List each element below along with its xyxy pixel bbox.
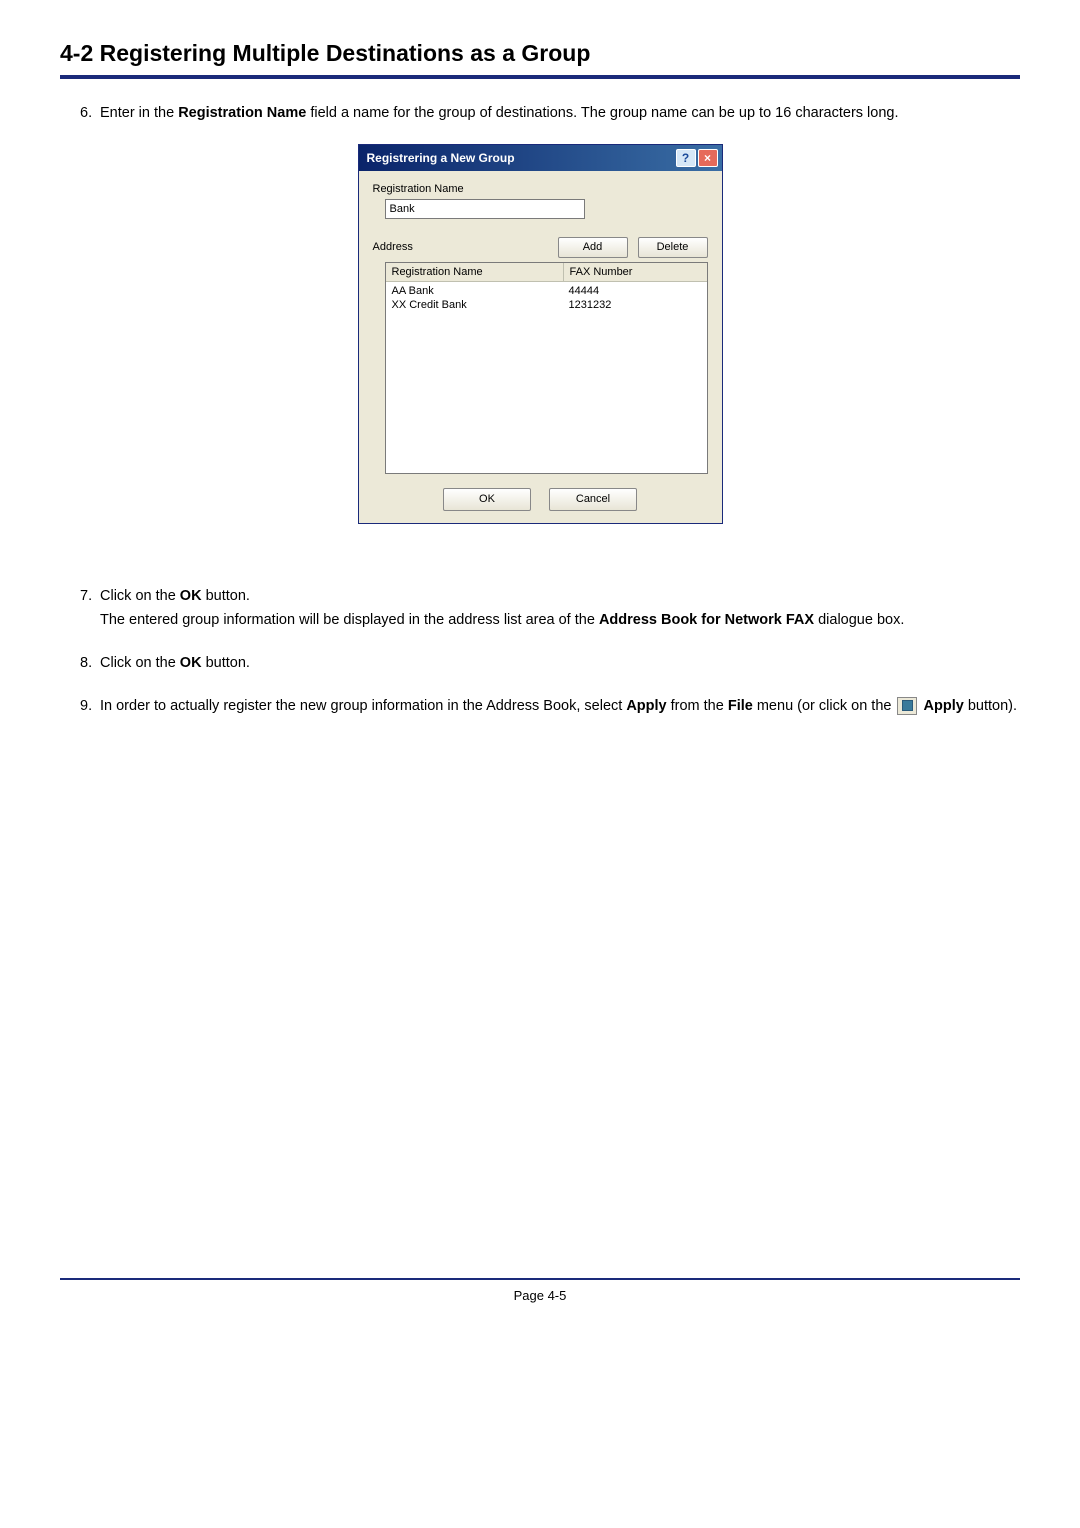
dialog-title: Registrering a New Group (367, 151, 515, 165)
step-9-t1: In order to actually register the new gr… (100, 698, 626, 714)
list-header: Registration Name FAX Number (386, 263, 707, 282)
row-name: XX Credit Bank (386, 298, 563, 312)
register-group-dialog: Registrering a New Group ? × Registratio… (358, 144, 723, 524)
step-7-b2: Address Book for Network FAX (599, 612, 814, 628)
step-6-t2: field a name for the group of destinatio… (306, 105, 898, 121)
ok-button[interactable]: OK (443, 488, 531, 511)
step-7-t2: button. (202, 588, 250, 604)
step-8-t1: Click on the (100, 655, 180, 671)
step-6-b1: Registration Name (178, 105, 306, 121)
section-title: 4-2 Registering Multiple Destinations as… (60, 40, 1020, 67)
address-label: Address (373, 241, 413, 253)
step-9-b1: Apply (626, 698, 666, 714)
registration-name-input[interactable] (385, 199, 585, 219)
list-item[interactable]: AA Bank 44444 (386, 284, 707, 298)
list-item[interactable]: XX Credit Bank 1231232 (386, 298, 707, 312)
title-rule (60, 75, 1020, 79)
delete-button[interactable]: Delete (638, 237, 708, 258)
step-9-t3: menu (or click on the (753, 698, 896, 714)
help-icon[interactable]: ? (676, 149, 696, 167)
step-7-t4: dialogue box. (814, 612, 904, 628)
address-list[interactable]: Registration Name FAX Number AA Bank 444… (385, 262, 708, 474)
step-6-t1: Enter in the (100, 105, 178, 121)
step-8-t2: button. (202, 655, 250, 671)
col-registration-name[interactable]: Registration Name (386, 263, 564, 281)
step-6: 6.Enter in the Registration Name field a… (100, 101, 1020, 126)
registration-name-label: Registration Name (373, 183, 708, 195)
step-7-b1: OK (180, 588, 202, 604)
page-number: Page 4-5 (60, 1288, 1020, 1313)
step-8-b1: OK (180, 655, 202, 671)
row-fax: 44444 (563, 284, 707, 298)
cancel-button[interactable]: Cancel (549, 488, 637, 511)
step-9-t4: button). (964, 698, 1017, 714)
row-name: AA Bank (386, 284, 563, 298)
step-7: 7.Click on the OK button. The entered gr… (100, 584, 1020, 633)
step-8-num: 8. (80, 651, 100, 676)
col-fax-number[interactable]: FAX Number (564, 263, 707, 281)
step-6-num: 6. (80, 101, 100, 126)
step-7-t3: The entered group information will be di… (100, 612, 599, 628)
add-button[interactable]: Add (558, 237, 628, 258)
step-9-b2: File (728, 698, 753, 714)
apply-icon (897, 697, 917, 715)
dialog-titlebar: Registrering a New Group ? × (359, 145, 722, 171)
footer-rule (60, 1278, 1020, 1280)
step-9-num: 9. (80, 694, 100, 719)
step-9: 9.In order to actually register the new … (100, 694, 1020, 719)
close-icon[interactable]: × (698, 149, 718, 167)
step-8: 8.Click on the OK button. (100, 651, 1020, 676)
row-fax: 1231232 (563, 298, 707, 312)
step-9-t2: from the (667, 698, 728, 714)
step-9-b3: Apply (924, 698, 964, 714)
step-7-num: 7. (80, 584, 100, 609)
step-7-t1: Click on the (100, 588, 180, 604)
